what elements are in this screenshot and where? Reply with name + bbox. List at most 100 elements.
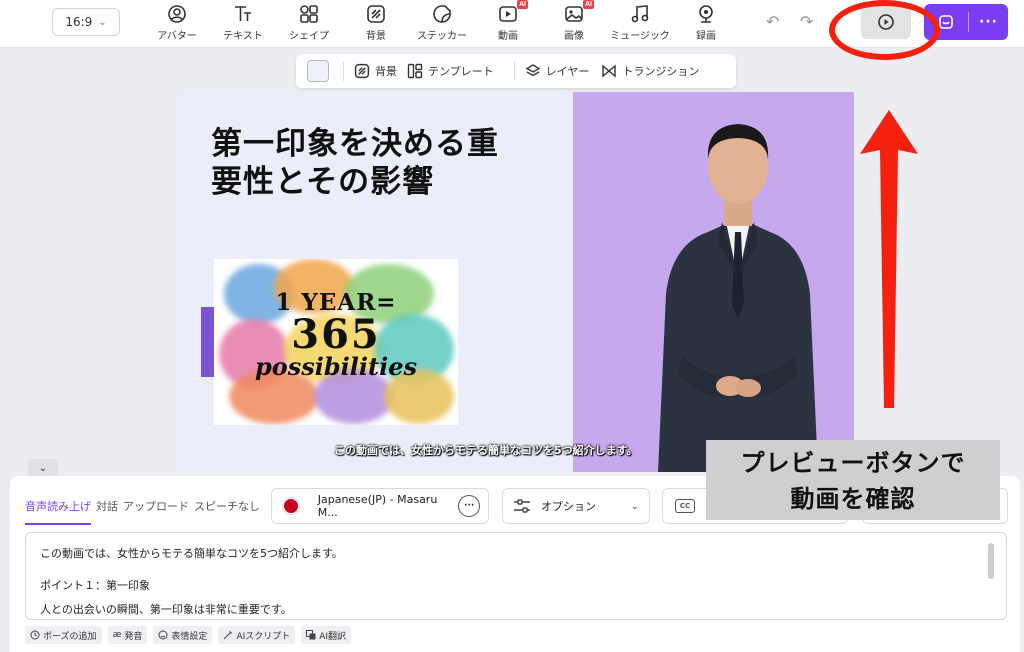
slide-title[interactable]: 第一印象を決める重 要性とその影響 bbox=[211, 125, 551, 201]
slide-image[interactable]: 1 YEAR= 365 possibilities bbox=[214, 259, 458, 425]
ai-script-label: AIスクリプト bbox=[236, 631, 291, 642]
record-icon bbox=[696, 4, 716, 24]
script-line: ポイント１：第一印象 bbox=[40, 579, 150, 592]
text-icon bbox=[233, 4, 253, 24]
background-icon bbox=[366, 4, 386, 24]
aspect-ratio-select[interactable]: 16:9 ⌄ bbox=[52, 8, 120, 36]
sticker-icon bbox=[432, 4, 452, 24]
tool-record[interactable]: 録画 bbox=[676, 4, 736, 42]
more-menu-button[interactable]: ··· bbox=[969, 14, 1008, 30]
tool-ai-video-label: 動画 bbox=[498, 31, 518, 42]
tool-background-label: 背景 bbox=[366, 31, 386, 42]
tool-background[interactable]: 背景 bbox=[346, 4, 406, 42]
tool-avatar-label: アバター bbox=[157, 31, 197, 42]
more-options-icon[interactable]: ··· bbox=[458, 495, 480, 517]
canvas-toolbar: 背景 テンプレート レイヤー トランジション bbox=[296, 54, 736, 88]
image-caption: 1 YEAR= 365 possibilities bbox=[214, 289, 458, 380]
template-icon bbox=[407, 63, 423, 79]
tool-music[interactable]: ミュージック bbox=[610, 4, 670, 42]
ai-script-button[interactable]: AIスクリプト bbox=[218, 626, 296, 644]
tool-text[interactable]: テキスト bbox=[213, 4, 273, 42]
callout-line1: プレビューボタンで bbox=[740, 449, 966, 477]
tool-shape[interactable]: シェイプ bbox=[279, 4, 339, 42]
japan-flag-icon bbox=[282, 497, 300, 515]
ai-translate-label: AI翻訳 bbox=[319, 631, 347, 642]
closed-caption-icon: CC bbox=[675, 499, 695, 513]
background-icon bbox=[354, 63, 370, 79]
magic-wand-icon bbox=[224, 631, 233, 640]
script-line: 人との出会いの瞬間、第一印象は非常に重要です。 bbox=[40, 603, 292, 616]
script-mode-tabs: 音声読み上げ 対話 アップロード スピーチなし bbox=[25, 498, 260, 525]
chevron-down-icon: ⌄ bbox=[38, 462, 48, 474]
script-blank-line bbox=[40, 562, 992, 578]
background-button[interactable]: 背景 bbox=[354, 63, 397, 79]
image-caption-line2: 365 bbox=[291, 311, 381, 358]
voice-select[interactable]: Japanese(JP) - Masaru M... ··· bbox=[271, 488, 489, 524]
transition-button-label: トランジション bbox=[622, 65, 700, 78]
sliders-icon bbox=[514, 499, 530, 513]
tab-text-to-speech[interactable]: 音声読み上げ bbox=[25, 498, 91, 525]
script-tools: ポーズの追加 æ 発音 表情設定 AIスクリプト AI翻訳 bbox=[25, 626, 352, 644]
undo-icon[interactable]: ↶ bbox=[766, 12, 779, 31]
script-editor[interactable]: この動画では、女性からモテる簡単なコツを5つ紹介します。 ポイント１：第一印象 … bbox=[25, 532, 1007, 620]
script-line: この動画では、女性からモテる簡単なコツを5つ紹介します。 bbox=[40, 547, 343, 560]
translate-icon bbox=[306, 630, 316, 640]
add-pause-button[interactable]: ポーズの追加 bbox=[25, 626, 102, 644]
pronunciation-label: 発音 bbox=[124, 631, 143, 642]
template-button[interactable]: テンプレート bbox=[407, 63, 494, 79]
ai-badge: AI bbox=[583, 0, 594, 9]
callout-line2: 動画を確認 bbox=[790, 485, 916, 513]
tab-upload[interactable]: アップロード bbox=[123, 498, 189, 525]
scrollbar[interactable] bbox=[988, 543, 994, 579]
expression-settings-label: 表情設定 bbox=[171, 631, 208, 642]
slide-title-line1: 第一印象を決める重 bbox=[211, 126, 499, 162]
layer-button[interactable]: レイヤー bbox=[525, 63, 590, 79]
layer-button-label: レイヤー bbox=[545, 65, 590, 78]
tool-shape-label: シェイプ bbox=[289, 31, 329, 42]
tool-sticker[interactable]: ステッカー bbox=[412, 4, 472, 42]
annotation-circle bbox=[829, 0, 940, 60]
template-button-label: テンプレート bbox=[428, 65, 494, 78]
music-icon bbox=[630, 4, 650, 24]
transition-icon bbox=[602, 64, 617, 78]
presenter-avatar[interactable] bbox=[638, 104, 838, 472]
tool-ai-video[interactable]: AI 動画 bbox=[478, 0, 538, 42]
tool-ai-image-label: 画像 bbox=[564, 31, 584, 42]
tool-record-label: 録画 bbox=[696, 31, 716, 42]
video-icon: AI bbox=[498, 0, 528, 24]
divider bbox=[343, 61, 344, 81]
image-caption-line3: possibilities bbox=[254, 352, 418, 381]
add-pause-label: ポーズの追加 bbox=[43, 631, 97, 642]
pronunciation-icon: æ bbox=[112, 630, 122, 640]
redo-icon[interactable]: ↷ bbox=[800, 12, 813, 31]
annotation-callout: プレビューボタンで 動画を確認 bbox=[706, 440, 1000, 520]
expression-settings-button[interactable]: 表情設定 bbox=[153, 626, 213, 644]
chevron-down-icon: ⌄ bbox=[98, 16, 107, 28]
transition-button[interactable]: トランジション bbox=[601, 63, 699, 79]
video-subtitle[interactable]: この動画では、女性からモテる簡単なコツを5つ紹介します。 bbox=[334, 442, 638, 458]
tool-sticker-label: ステッカー bbox=[417, 31, 467, 42]
annotation-arrow-icon bbox=[860, 110, 918, 408]
collapse-panel-button[interactable]: ⌄ bbox=[28, 459, 58, 477]
slide-title-line2: 要性とその影響 bbox=[211, 164, 435, 200]
chevron-down-icon: ⌄ bbox=[630, 500, 639, 512]
tab-no-speech[interactable]: スピーチなし bbox=[194, 498, 260, 525]
tool-ai-image[interactable]: AI 画像 bbox=[544, 0, 604, 42]
options-select[interactable]: オプション ⌄ bbox=[502, 488, 650, 524]
avatar-icon bbox=[167, 4, 187, 24]
tool-avatar[interactable]: アバター bbox=[147, 4, 207, 42]
layers-icon bbox=[525, 64, 541, 77]
tab-dialogue[interactable]: 対話 bbox=[96, 498, 118, 525]
shape-icon bbox=[299, 4, 319, 24]
aspect-ratio-value: 16:9 bbox=[65, 15, 93, 29]
slide-canvas[interactable]: 第一印象を決める重 要性とその影響 1 YEAR= 365 possibilit… bbox=[178, 92, 854, 472]
ai-badge: AI bbox=[517, 0, 528, 9]
options-select-label: オプション bbox=[541, 500, 596, 513]
tool-music-label: ミュージック bbox=[610, 31, 670, 42]
tool-text-label: テキスト bbox=[223, 31, 263, 42]
ai-translate-button[interactable]: AI翻訳 bbox=[301, 626, 352, 644]
divider bbox=[513, 61, 515, 81]
voice-select-value: Japanese(JP) - Masaru M... bbox=[317, 493, 438, 519]
pronunciation-button[interactable]: æ 発音 bbox=[107, 626, 148, 644]
background-color-swatch[interactable] bbox=[307, 60, 329, 82]
